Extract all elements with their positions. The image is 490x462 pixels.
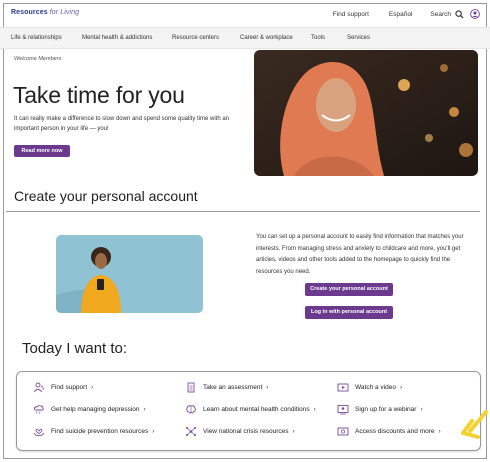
chevron-right-icon: › (266, 384, 269, 391)
action-watch-video[interactable]: Watch a video › (337, 382, 402, 393)
hero-photo (254, 50, 478, 176)
action-national-crisis[interactable]: View national crisis resources › (185, 426, 295, 437)
highlight-arrow-icon (461, 410, 488, 439)
search-icon[interactable] (455, 9, 464, 19)
chevron-right-icon: › (438, 428, 441, 435)
language-link[interactable]: Español (389, 11, 413, 18)
site-logo[interactable]: Resources for Living (11, 9, 79, 16)
hands-heart-icon (33, 428, 45, 436)
utility-links: Find support Español Search (313, 9, 480, 19)
cloud-rain-icon (33, 405, 44, 414)
search-link[interactable]: Search (430, 11, 451, 18)
today-title: Today I want to: (22, 340, 128, 357)
nav-item-services[interactable]: Services (347, 35, 370, 41)
welcome-text: Welcome Members (14, 56, 62, 62)
clipboard-icon (187, 382, 195, 393)
account-description: You can set up a personal account to eas… (256, 234, 464, 275)
account-photo (56, 235, 203, 313)
chevron-right-icon: › (420, 406, 423, 413)
nav-item-career-workplace[interactable]: Career & workplace (240, 35, 293, 41)
chevron-right-icon: › (292, 428, 295, 435)
brain-icon (186, 405, 196, 414)
hero-body: It can really make a difference to slow … (14, 116, 230, 132)
action-mental-health-conditions[interactable]: Learn about mental health conditions › (185, 404, 316, 415)
login-account-button[interactable]: Log in with personal account (305, 306, 393, 319)
account-section-title: Create your personal account (14, 188, 198, 204)
action-suicide-prevention[interactable]: Find suicide prevention resources › (33, 426, 154, 437)
action-find-support[interactable]: Find support › (33, 382, 93, 393)
chevron-right-icon: › (313, 406, 316, 413)
actions-card: Find support › Take an assessment › Watc… (16, 371, 481, 451)
nav-item-life-relationships[interactable]: Life & relationships (11, 35, 62, 41)
chevron-right-icon: › (152, 428, 155, 435)
chevron-right-icon: › (399, 384, 403, 391)
action-take-assessment[interactable]: Take an assessment › (185, 382, 268, 393)
chevron-right-icon: › (143, 406, 146, 413)
create-account-button[interactable]: Create your personal account (305, 283, 393, 296)
nav-item-mental-health[interactable]: Mental health & addictions (82, 35, 152, 41)
video-icon (337, 383, 349, 392)
top-bar: Resources for Living Find support Españo… (0, 0, 490, 27)
user-account-icon[interactable] (470, 9, 480, 19)
action-managing-depression[interactable]: Get help managing depression › (33, 404, 146, 415)
section-divider (6, 211, 480, 212)
hero-title: Take time for you (13, 82, 185, 108)
discount-icon (337, 427, 349, 436)
action-sign-up-webinar[interactable]: Sign up for a webinar › (337, 404, 423, 415)
person-support-icon (33, 382, 44, 393)
read-more-button[interactable]: Read more now (14, 145, 70, 157)
nav-item-resource-centers[interactable]: Resource centers (172, 35, 219, 41)
nav-item-tools[interactable]: Tools (311, 35, 325, 41)
action-access-discounts[interactable]: Access discounts and more › (337, 426, 441, 437)
main-nav: Life & relationships Mental health & add… (0, 27, 490, 49)
chevron-right-icon: › (91, 384, 94, 391)
network-icon (186, 427, 196, 436)
webinar-icon (337, 405, 349, 415)
find-support-link[interactable]: Find support (333, 11, 369, 18)
